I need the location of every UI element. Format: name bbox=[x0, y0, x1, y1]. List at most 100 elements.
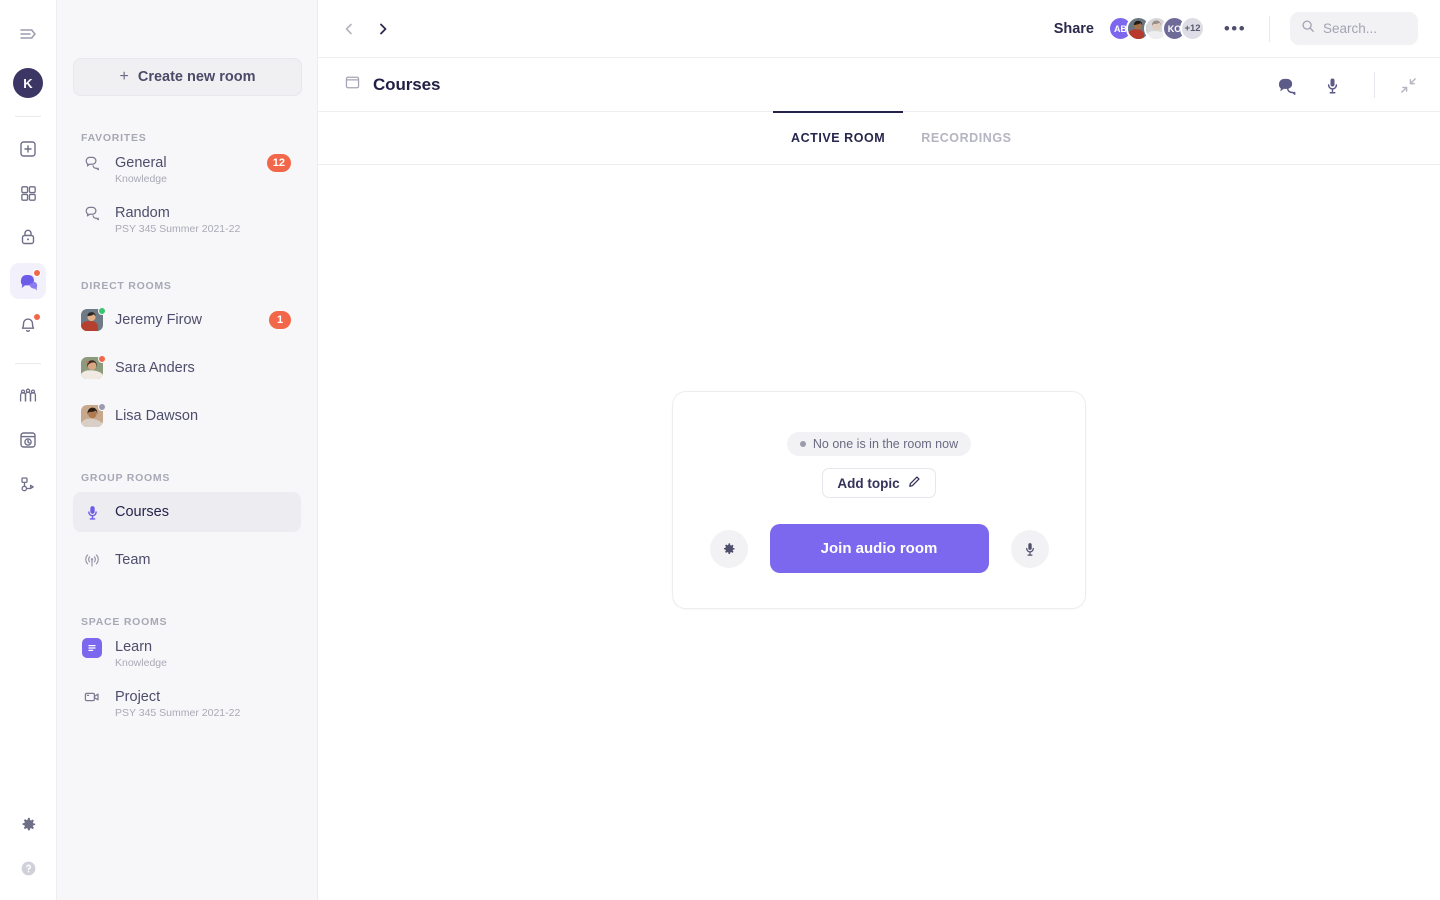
room-name: Project bbox=[115, 689, 161, 705]
room-text: Team bbox=[115, 551, 150, 569]
chevron-left-icon[interactable] bbox=[332, 12, 366, 46]
room-stage: No one is in the room now Add topic Join… bbox=[318, 165, 1440, 900]
room-status-text: No one is in the room now bbox=[812, 437, 959, 451]
room-name: General bbox=[115, 155, 167, 171]
avatar bbox=[81, 307, 106, 331]
add-topic-label: Add topic bbox=[837, 475, 900, 491]
notification-dot bbox=[33, 313, 41, 321]
icon-rail: K bbox=[0, 0, 57, 900]
broadcast-icon bbox=[81, 551, 103, 569]
audio-room-card: No one is in the room now Add topic Join… bbox=[672, 391, 1086, 609]
document-lines-icon bbox=[81, 638, 103, 658]
section-label-group-rooms: GROUP ROOMS bbox=[81, 472, 171, 484]
room-subtitle: Knowledge bbox=[115, 173, 167, 185]
room-text: General Knowledge bbox=[115, 154, 167, 187]
sidebar-room-lisa-dawson[interactable]: Lisa Dawson bbox=[73, 396, 301, 436]
status-dot-icon bbox=[799, 441, 806, 447]
tab-recordings[interactable]: RECORDINGS bbox=[903, 112, 1029, 164]
chat-bubbles-icon[interactable] bbox=[1276, 75, 1297, 96]
avatar bbox=[81, 355, 106, 379]
room-name: Random bbox=[115, 205, 170, 221]
presence-indicator bbox=[98, 355, 106, 363]
tabs-bar: ACTIVE ROOM RECORDINGS bbox=[318, 111, 1440, 165]
main-area: Share AB KO +12 ••• Search... Courses AC… bbox=[318, 0, 1440, 900]
chevron-right-icon[interactable] bbox=[366, 12, 400, 46]
rail-divider-mid bbox=[15, 363, 41, 364]
help-circle-icon[interactable] bbox=[10, 850, 46, 886]
sidebar-room-project[interactable]: Project PSY 345 Summer 2021-22 bbox=[73, 686, 301, 728]
people-group-icon[interactable] bbox=[10, 378, 46, 414]
room-text: Jeremy Firow bbox=[115, 311, 202, 329]
share-button[interactable]: Share bbox=[1054, 21, 1094, 37]
pencil-icon bbox=[908, 475, 921, 491]
room-name: Jeremy Firow bbox=[115, 312, 203, 328]
lock-icon[interactable] bbox=[10, 219, 46, 255]
rooms-sidebar: + Create new room FAVORITES General Know… bbox=[57, 0, 318, 900]
create-new-room-label: Create new room bbox=[137, 69, 256, 85]
presence-indicator bbox=[98, 403, 106, 411]
flow-nodes-icon[interactable] bbox=[10, 466, 46, 502]
participant-avatars[interactable]: AB KO +12 bbox=[1108, 16, 1205, 41]
window-square-icon bbox=[344, 74, 361, 96]
section-label-direct-rooms: DIRECT ROOMS bbox=[81, 280, 172, 292]
collapse-diagonal-icon[interactable] bbox=[1399, 76, 1418, 95]
add-square-icon[interactable] bbox=[10, 131, 46, 167]
add-topic-button[interactable]: Add topic bbox=[822, 468, 936, 498]
mic-toggle-button[interactable] bbox=[1010, 529, 1049, 568]
avatar bbox=[81, 403, 106, 427]
room-name: Sara Anders bbox=[115, 360, 195, 376]
search-input[interactable]: Search... bbox=[1290, 12, 1418, 45]
clock-window-icon[interactable] bbox=[10, 422, 46, 458]
collapse-panel-icon[interactable] bbox=[10, 16, 46, 52]
room-text: Lisa Dawson bbox=[115, 407, 198, 425]
microphone-icon[interactable] bbox=[1323, 76, 1342, 95]
unread-badge: 12 bbox=[266, 154, 291, 172]
room-settings-button[interactable] bbox=[709, 529, 748, 568]
room-text: Sara Anders bbox=[115, 359, 195, 377]
room-status-badge: No one is in the room now bbox=[786, 432, 972, 456]
sidebar-item-messages[interactable] bbox=[10, 263, 46, 299]
top-bar-divider bbox=[1269, 15, 1270, 42]
app-root: K + Create new room FAVORITES General Kn… bbox=[0, 0, 1440, 900]
sidebar-room-general[interactable]: General Knowledge 12 bbox=[73, 152, 301, 194]
section-label-space-rooms: SPACE ROOMS bbox=[81, 616, 168, 628]
create-new-room-button[interactable]: + Create new room bbox=[73, 58, 302, 96]
video-camera-icon bbox=[81, 688, 103, 706]
grid-apps-icon[interactable] bbox=[10, 175, 46, 211]
microphone-icon bbox=[81, 504, 103, 521]
room-name: Team bbox=[115, 552, 151, 568]
room-subtitle: PSY 345 Summer 2021-22 bbox=[115, 707, 241, 719]
tab-active-room[interactable]: ACTIVE ROOM bbox=[773, 111, 904, 164]
join-audio-room-button[interactable]: Join audio room bbox=[769, 524, 989, 573]
gear-icon[interactable] bbox=[10, 806, 46, 842]
sidebar-room-sara-anders[interactable]: Sara Anders bbox=[73, 348, 301, 388]
top-bar: Share AB KO +12 ••• Search... bbox=[318, 0, 1440, 58]
page-title-group: Courses bbox=[344, 74, 440, 96]
sidebar-room-jeremy-firow[interactable]: Jeremy Firow 1 bbox=[73, 300, 301, 340]
content-header-divider bbox=[1374, 72, 1375, 98]
sidebar-room-random[interactable]: Random PSY 345 Summer 2021-22 bbox=[73, 202, 301, 244]
sidebar-room-learn[interactable]: Learn Knowledge bbox=[73, 636, 301, 678]
bell-icon[interactable] bbox=[10, 307, 46, 343]
page-title: Courses bbox=[373, 75, 441, 94]
chat-bubbles-icon bbox=[81, 204, 103, 221]
presence-indicator bbox=[98, 307, 106, 315]
sidebar-room-team[interactable]: Team bbox=[73, 540, 301, 580]
avatar-overflow: +12 bbox=[1180, 16, 1205, 41]
room-name: Lisa Dawson bbox=[115, 408, 199, 424]
unread-dot bbox=[33, 269, 41, 277]
more-options-button[interactable]: ••• bbox=[1221, 15, 1249, 43]
unread-badge: 1 bbox=[269, 311, 291, 329]
user-avatar[interactable]: K bbox=[13, 68, 43, 98]
room-subtitle: Knowledge bbox=[115, 657, 167, 669]
room-name: Learn bbox=[115, 639, 153, 655]
room-name: Courses bbox=[115, 504, 169, 520]
search-placeholder: Search... bbox=[1323, 21, 1378, 36]
room-text: Random PSY 345 Summer 2021-22 bbox=[115, 204, 240, 237]
room-text: Project PSY 345 Summer 2021-22 bbox=[115, 688, 240, 721]
rail-divider-top bbox=[15, 116, 41, 117]
content-header-actions bbox=[1276, 72, 1418, 98]
room-controls: Join audio room bbox=[709, 524, 1049, 573]
chat-bubbles-icon bbox=[81, 154, 103, 171]
sidebar-room-courses[interactable]: Courses bbox=[73, 492, 301, 532]
